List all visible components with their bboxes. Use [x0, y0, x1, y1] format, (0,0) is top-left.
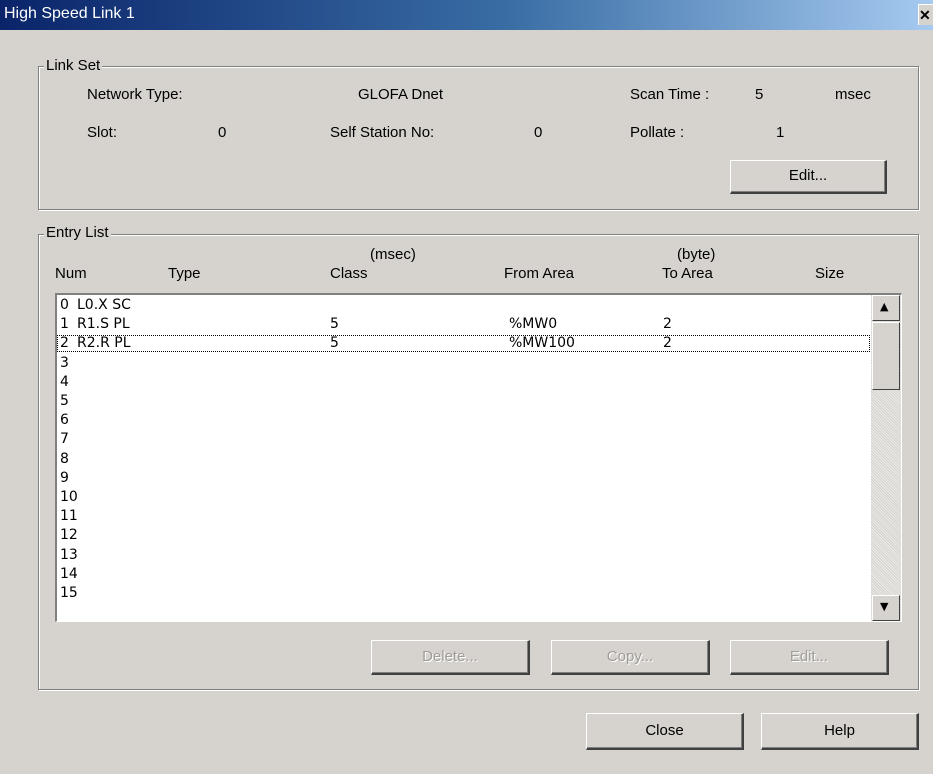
list-item[interactable]: 11 [57, 508, 870, 525]
list-cell-type: R1.S PL [77, 316, 130, 333]
list-item[interactable]: 6 [57, 412, 870, 429]
list-item[interactable]: 10 [57, 489, 870, 506]
list-cell-from: %MW100 [509, 335, 575, 352]
list-cell-num: 6 [60, 412, 69, 429]
header-type: Type [168, 265, 201, 282]
close-icon[interactable]: ✕ [918, 4, 933, 25]
list-cell-num: 3 [60, 354, 69, 371]
scroll-thumb[interactable] [872, 322, 900, 390]
slot-label: Slot: [87, 124, 118, 141]
list-item[interactable]: 7 [57, 431, 870, 448]
list-item[interactable]: 12 [57, 527, 870, 544]
network-type-label: Network Type: [87, 86, 183, 103]
list-cell-num: 5 [60, 393, 69, 409]
entry-edit-button[interactable]: Edit... [730, 640, 889, 675]
delete-button[interactable]: Delete... [371, 640, 530, 675]
scroll-down-button[interactable]: ▼ [872, 595, 900, 621]
list-cell-to: 2 [663, 316, 672, 333]
pollate-label: Pollate : [630, 124, 685, 141]
list-item[interactable]: 2 R2.R PL 5 %MW100 2 [57, 335, 870, 353]
header-class: Class [330, 265, 368, 282]
list-cell-num: 9 [60, 469, 69, 486]
list-item[interactable]: 3 [57, 355, 870, 372]
list-cell-num: 14 [60, 565, 78, 582]
list-item[interactable]: 8 [57, 451, 870, 468]
list-item[interactable]: 0 L0.X SC [57, 297, 870, 314]
self-station-label: Self Station No: [330, 124, 435, 141]
copy-button[interactable]: Copy... [551, 640, 710, 675]
list-cell-num: 8 [60, 450, 69, 467]
help-button[interactable]: Help [761, 713, 919, 750]
list-cell-num: 4 [60, 373, 69, 390]
list-cell-num: 10 [60, 489, 78, 505]
entry-list-legend: Entry List [44, 224, 111, 241]
list-item[interactable]: 13 [57, 547, 870, 564]
list-cell-num: 2 [60, 335, 69, 352]
header-size: Size [815, 265, 845, 282]
title-bar: High Speed Link 1 ✕ [0, 0, 933, 30]
vertical-scrollbar[interactable]: ▲ ▼ [871, 295, 901, 621]
unit-msec-label: (msec) [370, 246, 416, 263]
header-num: Num [55, 265, 87, 282]
list-cell-num: 7 [60, 431, 69, 448]
scan-time-label: Scan Time : [630, 86, 710, 103]
scan-time-unit: msec [835, 86, 871, 103]
list-cell-num: 13 [60, 546, 78, 563]
list-cell-num: 11 [60, 508, 78, 525]
entry-listbox[interactable]: 0 L0.X SC 1 R1.S PL 5 %MW0 2 2 R2.R PL 5 %MW100 2 3 4… [55, 293, 902, 622]
list-cell-num: 15 [60, 585, 78, 601]
scroll-up-button[interactable]: ▲ [872, 295, 900, 321]
list-cell-num: 1 [60, 316, 69, 333]
link-set-legend: Link Set [44, 57, 103, 74]
unit-byte-label: (byte) [677, 246, 716, 263]
close-button[interactable]: Close [586, 713, 744, 750]
list-cell-from: %MW0 [509, 316, 558, 333]
list-item[interactable]: 14 [57, 566, 870, 583]
scroll-down-icon: ▼ [880, 600, 889, 613]
list-cell-to: 2 [663, 335, 672, 352]
slot-value: 0 [218, 124, 227, 141]
list-cell-num: 12 [60, 527, 78, 544]
window-title: High Speed Link 1 [4, 5, 135, 22]
list-item[interactable]: 15 [57, 585, 870, 602]
link-set-edit-button[interactable]: Edit... [730, 160, 887, 194]
network-type-value: GLOFA Dnet [358, 86, 444, 103]
list-item[interactable]: 9 [57, 470, 870, 487]
header-to-area: To Area [662, 265, 713, 282]
self-station-value: 0 [534, 124, 543, 141]
list-cell-type: L0.X SC [77, 297, 131, 313]
list-cell-class: 5 [330, 335, 339, 352]
list-item[interactable]: 1 R1.S PL 5 %MW0 2 [57, 316, 870, 333]
list-item[interactable]: 5 [57, 393, 870, 410]
header-from-area: From Area [504, 265, 575, 282]
scan-time-value: 5 [755, 86, 764, 103]
list-cell-type: R2.R PL [77, 335, 131, 352]
list-cell-class: 5 [330, 316, 339, 333]
scroll-up-icon: ▲ [880, 300, 889, 313]
pollate-value: 1 [776, 124, 785, 141]
list-item[interactable]: 4 [57, 374, 870, 391]
list-cell-num: 0 [60, 297, 69, 313]
